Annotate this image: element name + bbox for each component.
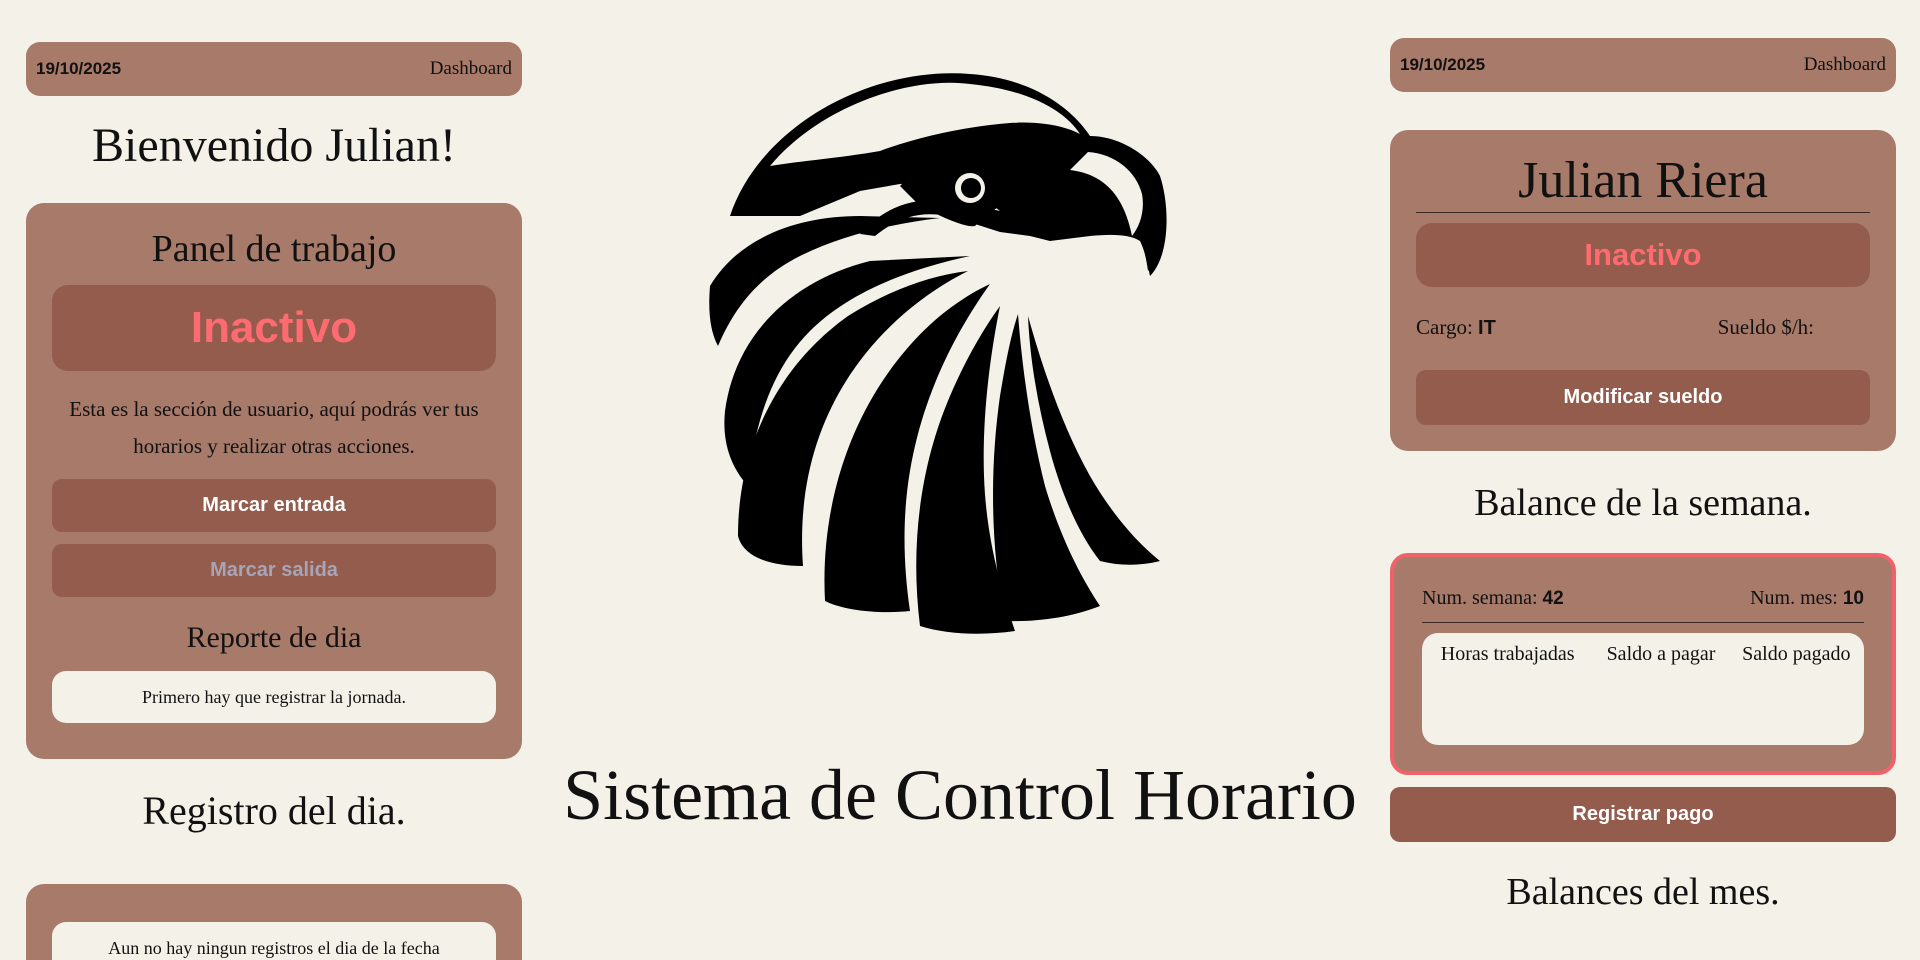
week-number-value: 42 bbox=[1542, 588, 1564, 609]
status-badge: Inactivo bbox=[52, 285, 496, 371]
left-top-bar: 19/10/2025 Dashboard bbox=[26, 42, 522, 96]
balance-numbers: Num. semana: 42 Num. mes: 10 bbox=[1422, 587, 1864, 623]
cargo-label: Cargo: bbox=[1416, 315, 1473, 339]
month-balances-title: Balances del mes. bbox=[1506, 871, 1780, 913]
report-title: Reporte de dia bbox=[186, 621, 362, 654]
modify-salary-button[interactable]: Modificar sueldo bbox=[1416, 370, 1870, 425]
week-number: Num. semana: 42 bbox=[1422, 587, 1564, 610]
report-note: Primero hay que registrar la jornada. bbox=[52, 671, 496, 723]
welcome-heading: Bienvenido Julian! bbox=[92, 119, 456, 172]
app-title: Sistema de Control Horario bbox=[563, 755, 1357, 835]
work-panel: Panel de trabajo Inactivo Esta es la sec… bbox=[26, 203, 522, 759]
profile-card: Julian Riera Inactivo Cargo: IT Sueldo $… bbox=[1390, 130, 1896, 451]
register-payment-button[interactable]: Registrar pago bbox=[1390, 787, 1896, 842]
daily-record-note: Aun no hay ningun registros el dia de la… bbox=[52, 922, 496, 960]
month-number-label: Num. mes: bbox=[1750, 587, 1838, 609]
dashboard-link[interactable]: Dashboard bbox=[430, 58, 512, 80]
cargo-value: IT bbox=[1478, 317, 1496, 339]
date-label: 19/10/2025 bbox=[36, 59, 122, 78]
amount-due-header: Saldo a pagar bbox=[1606, 643, 1716, 665]
date-label: 19/10/2025 bbox=[1400, 55, 1486, 74]
panel-description: Esta es la sección de usuario, aquí podr… bbox=[69, 397, 479, 458]
daily-record-card: Aun no hay ningun registros el dia de la… bbox=[26, 884, 522, 960]
month-number-value: 10 bbox=[1842, 588, 1864, 609]
daily-record-title: Registro del dia. bbox=[142, 788, 406, 833]
clock-in-button[interactable]: Marcar entrada bbox=[52, 479, 496, 532]
week-balance-card: Num. semana: 42 Num. mes: 10 Horas traba… bbox=[1390, 553, 1896, 775]
eagle-head-icon bbox=[709, 73, 1167, 634]
status-badge: Inactivo bbox=[1416, 223, 1870, 287]
panel-title: Panel de trabajo bbox=[151, 228, 397, 270]
amount-paid-header: Saldo pagado bbox=[1742, 643, 1851, 665]
profile-details: Cargo: IT Sueldo $/h: bbox=[1416, 315, 1870, 340]
dashboard-link[interactable]: Dashboard bbox=[1804, 54, 1886, 76]
month-number: Num. mes: 10 bbox=[1750, 587, 1864, 610]
cargo-field: Cargo: IT bbox=[1416, 315, 1496, 340]
right-column: 19/10/2025 Dashboard Julian Riera Inacti… bbox=[1390, 0, 1896, 914]
week-balance-title: Balance de la semana. bbox=[1474, 482, 1812, 524]
week-number-label: Num. semana: bbox=[1422, 587, 1538, 609]
balance-table: Horas trabajadas Saldo a pagar Saldo pag… bbox=[1422, 633, 1864, 745]
user-name: Julian Riera bbox=[1416, 150, 1870, 213]
right-top-bar: 19/10/2025 Dashboard bbox=[1390, 38, 1896, 92]
sueldo-label: Sueldo $/h: bbox=[1717, 315, 1814, 339]
clock-out-button[interactable]: Marcar salida bbox=[52, 544, 496, 597]
hours-worked-header: Horas trabajadas bbox=[1440, 643, 1575, 665]
left-column: 19/10/2025 Dashboard Bienvenido Julian! … bbox=[26, 0, 522, 960]
